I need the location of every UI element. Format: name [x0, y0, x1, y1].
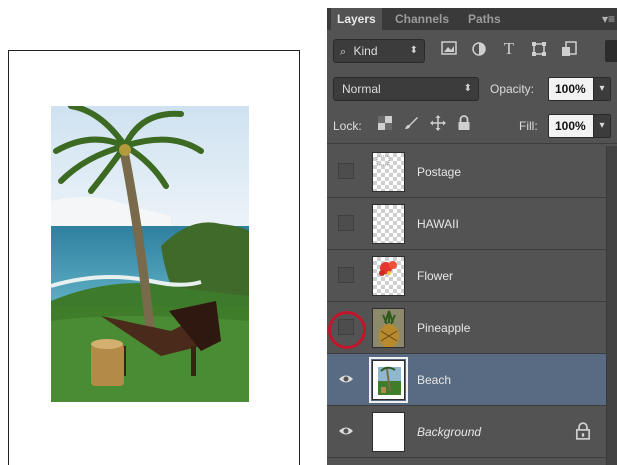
visibility-toggle[interactable] — [338, 423, 354, 439]
tab-layers[interactable]: Layers — [331, 8, 382, 30]
blend-mode-value: Normal — [342, 82, 381, 96]
lock-row: Lock: Fill: 100% ▾ — [327, 108, 617, 144]
layer-name: Beach — [417, 373, 452, 387]
layer-name: Postage — [417, 165, 462, 179]
padlock-icon — [575, 422, 591, 440]
layers-panel: Layers Channels Paths ▾≡ ⌕ Kind ⬍ T Norm… — [327, 8, 617, 465]
blend-mode-select[interactable]: Normal ⬍ — [333, 77, 479, 101]
opacity-label: Opacity: — [490, 82, 535, 96]
opacity-input[interactable]: 100% — [548, 77, 594, 101]
chevron-updown-icon: ⬍ — [409, 45, 418, 56]
layer-name: HAWAII — [417, 217, 459, 231]
eye-icon — [339, 375, 353, 383]
filter-kind-label: Kind — [353, 44, 378, 58]
layer-row-postage[interactable]: Postage — [327, 146, 617, 198]
layer-list: Postage HAWAII Flower Pineapple Beach Ba… — [327, 146, 617, 458]
lock-transparent-icon[interactable] — [375, 116, 395, 136]
lock-all-icon[interactable] — [454, 115, 474, 135]
layer-name: Flower — [417, 269, 454, 283]
highlight-ring — [328, 311, 366, 349]
layer-row-hawaii[interactable]: HAWAII — [327, 198, 617, 250]
fill-dropdown-icon[interactable]: ▾ — [593, 114, 611, 138]
layer-list-scrollbar[interactable] — [606, 146, 617, 465]
layer-thumbnail — [372, 308, 405, 348]
lock-label: Lock: — [333, 119, 362, 133]
panel-tab-bar: Layers Channels Paths ▾≡ — [327, 8, 617, 30]
layer-row-background[interactable]: Background — [327, 406, 617, 458]
layer-thumbnail — [372, 152, 405, 192]
beach-photo — [51, 106, 249, 402]
document-canvas[interactable] — [8, 50, 300, 465]
visibility-toggle[interactable] — [338, 163, 354, 179]
tab-channels[interactable]: Channels — [389, 8, 455, 30]
lock-paint-icon[interactable] — [401, 115, 421, 135]
smart-object-filter-icon[interactable] — [559, 41, 579, 61]
filter-kind-select[interactable]: ⌕ Kind ⬍ — [333, 39, 425, 63]
layer-thumbnail — [372, 412, 405, 452]
panel-menu-icon[interactable]: ▾≡ — [602, 8, 615, 30]
fill-input[interactable]: 100% — [548, 114, 594, 138]
layer-thumbnail — [372, 204, 405, 244]
layer-row-beach[interactable]: Beach — [327, 354, 617, 406]
eye-icon — [339, 427, 353, 435]
visibility-toggle[interactable] — [338, 267, 354, 283]
visibility-toggle[interactable] — [338, 371, 354, 387]
type-filter-icon[interactable]: T — [499, 39, 519, 59]
layer-name: Background — [417, 425, 482, 439]
layer-thumbnail — [372, 256, 405, 296]
fill-label: Fill: — [519, 119, 538, 133]
search-icon: ⌕ — [340, 46, 347, 58]
chevron-updown-icon: ⬍ — [463, 83, 472, 94]
layer-name: Pineapple — [417, 321, 471, 335]
layer-filter-row: ⌕ Kind ⬍ T — [327, 34, 617, 68]
opacity-dropdown-icon[interactable]: ▾ — [593, 77, 611, 101]
adjustment-filter-icon[interactable] — [469, 41, 489, 61]
image-filter-icon[interactable] — [439, 41, 459, 61]
shape-filter-icon[interactable] — [529, 41, 549, 61]
layer-row-flower[interactable]: Flower — [327, 250, 617, 302]
tab-paths[interactable]: Paths — [462, 8, 507, 30]
visibility-toggle[interactable] — [338, 215, 354, 231]
filter-toggle[interactable] — [605, 40, 617, 62]
blend-row: Normal ⬍ Opacity: 100% ▾ — [327, 72, 617, 106]
layer-thumbnail — [369, 357, 408, 403]
layer-row-pineapple[interactable]: Pineapple — [327, 302, 617, 354]
lock-position-icon[interactable] — [428, 115, 448, 135]
